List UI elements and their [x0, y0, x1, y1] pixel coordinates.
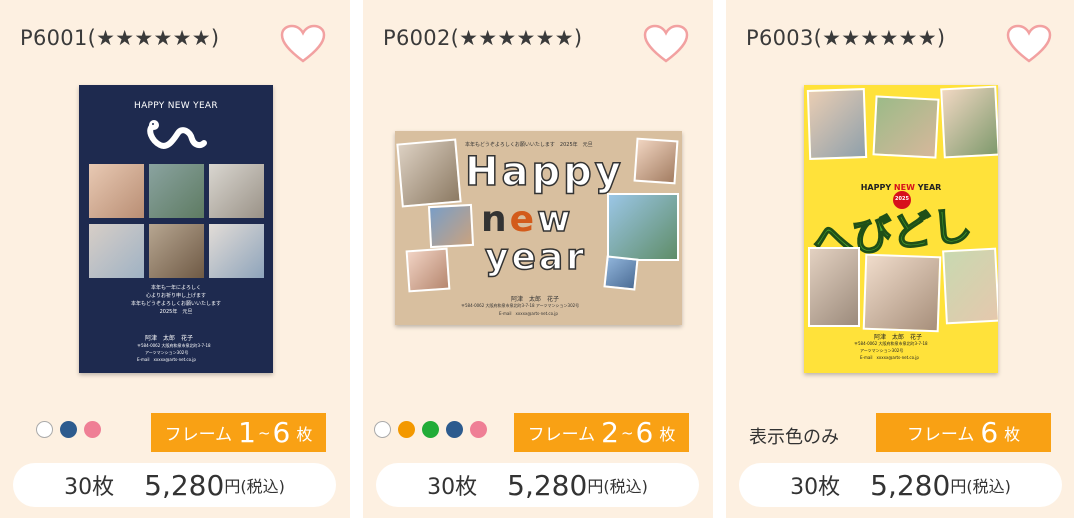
photo-slot — [607, 193, 679, 261]
price-unit: 円(税込) — [587, 477, 648, 496]
display-color-only-label: 表示色のみ — [749, 427, 839, 448]
thumb-big-new-w: w — [536, 198, 574, 241]
frame-unit: 枚 — [659, 424, 676, 444]
photo-slot — [89, 224, 144, 278]
thumb-big-new: new — [481, 198, 574, 241]
thumb-big-happy: Happy — [464, 148, 624, 196]
thumb-heading: HAPPY NEW YEAR — [134, 101, 218, 111]
frame-unit: 枚 — [1004, 424, 1021, 444]
card-design-thumbnail[interactable]: 本年もどうぞよろしくお願いいたします 2025年 元旦 Happy new ye… — [395, 131, 682, 325]
product-card-p6001[interactable]: P6001(★★★★★★) HAPPY NEW YEAR 本年も一年によろしく … — [0, 0, 350, 518]
color-swatch-pink[interactable] — [84, 421, 101, 438]
thumb-greeting-line: 本年もどうぞよろしくお願いいたします — [131, 301, 221, 307]
thumb-heading-year: YEAR — [917, 183, 942, 192]
color-swatches — [36, 421, 101, 438]
thumb-greeting-line: 本年も一年によろしく — [150, 285, 201, 291]
price-unit: 円(税込) — [224, 477, 285, 496]
favorite-heart-icon[interactable] — [643, 24, 689, 64]
price-box: 30枚 5,280 円(税込) — [376, 463, 699, 507]
color-swatch-blue[interactable] — [446, 421, 463, 438]
color-swatch-green[interactable] — [422, 421, 439, 438]
photo-slot — [209, 164, 264, 218]
photo-slot — [209, 224, 264, 278]
price-box: 30枚 5,280 円(税込) — [13, 463, 336, 507]
thumb-heading-happy: HAPPY — [860, 183, 892, 192]
frame-min: 1 — [238, 416, 256, 449]
photo-slot — [89, 164, 144, 218]
frame-min: 2 — [601, 416, 619, 449]
frame-count-button[interactable]: フレーム 2 ~ 6 枚 — [514, 413, 689, 452]
product-card-p6003[interactable]: P6003(★★★★★★) HAPPY NEW YEAR 2025 へびどし 阿… — [726, 0, 1074, 518]
frame-unit: 枚 — [296, 424, 313, 444]
thumb-address: 〒584-0062 大阪府和泉市泉北町3-7-18 — [137, 343, 211, 348]
color-swatch-white[interactable] — [36, 421, 53, 438]
price-box: 30枚 5,280 円(税込) — [739, 463, 1062, 507]
photo-slot — [396, 138, 462, 208]
thumb-sender-name: 阿津 太郎 花子 — [874, 334, 923, 341]
frame-max: 6 — [272, 416, 291, 449]
color-swatches — [374, 421, 487, 438]
color-swatch-blue[interactable] — [60, 421, 77, 438]
thumb-top-line: 本年もどうぞよろしくお願いいたします 2025年 元旦 — [465, 142, 593, 148]
photo-slot — [808, 247, 860, 327]
thumb-address: 〒584-0062 大阪府和泉市泉北町3-7-18 アーツマンション302号 — [461, 303, 580, 308]
thumb-sender-name: 阿津 太郎 花子 — [145, 335, 194, 342]
product-card-p6002[interactable]: P6002(★★★★★★) 本年もどうぞよろしくお願いいたします 2025年 元… — [363, 0, 713, 518]
card-design-thumbnail[interactable]: HAPPY NEW YEAR 本年も一年によろしく 心よりお祈り申し上げます 本… — [79, 85, 273, 373]
thumb-building: アーツマンション302号 — [860, 348, 904, 353]
frame-max: 6 — [635, 416, 654, 449]
photo-slot — [405, 247, 451, 293]
product-code: P6003(★★★★★★) — [746, 26, 946, 50]
frame-tilde: ~ — [257, 423, 271, 442]
photo-slot — [149, 224, 204, 278]
thumb-greeting-line: 2025年 元旦 — [159, 309, 193, 315]
quantity-label: 30枚 — [64, 475, 115, 500]
thumb-building: アーツマンション302号 — [145, 350, 189, 355]
color-swatch-pink[interactable] — [470, 421, 487, 438]
thumb-email: E-mail xxxxx@arts-net.co.jp — [860, 355, 919, 360]
frame-count: 6 — [980, 416, 999, 449]
price-amount: 5,280 — [870, 468, 951, 502]
product-code: P6001(★★★★★★) — [20, 26, 220, 50]
product-code: P6002(★★★★★★) — [383, 26, 583, 50]
frame-count-button[interactable]: フレーム 1 ~ 6 枚 — [151, 413, 326, 452]
photo-slot — [942, 247, 998, 325]
frame-label: フレーム — [164, 425, 233, 445]
thumb-big-new-n: n — [481, 199, 510, 240]
photo-slot — [872, 95, 940, 159]
thumb-email: E-mail xxxxx@arts-net.co.jp — [499, 311, 558, 316]
frame-label: フレーム — [906, 425, 975, 445]
photo-slot — [603, 255, 639, 291]
quantity-label: 30枚 — [427, 475, 478, 500]
price-unit: 円(税込) — [950, 477, 1011, 496]
photo-slot — [427, 203, 475, 249]
photo-slot — [806, 88, 868, 160]
thumb-address: 〒584-0062 大阪府和泉市泉北町3-7-18 — [854, 341, 928, 346]
photo-slot — [940, 85, 998, 159]
color-swatch-orange[interactable] — [398, 421, 415, 438]
frame-label: フレーム — [527, 425, 596, 445]
thumb-greeting-line: 心よりお祈り申し上げます — [146, 293, 206, 299]
price-amount: 5,280 — [144, 468, 225, 502]
quantity-label: 30枚 — [790, 475, 841, 500]
thumb-big-new-e: e — [509, 199, 538, 240]
photo-slot — [633, 137, 679, 185]
thumb-big-year: year — [484, 236, 587, 279]
favorite-heart-icon[interactable] — [1006, 24, 1052, 64]
photo-slot — [862, 253, 942, 333]
thumb-sender-name: 阿津 太郎 花子 — [511, 296, 560, 303]
price-amount: 5,280 — [507, 468, 588, 502]
frame-count-button[interactable]: フレーム 6 枚 — [876, 413, 1051, 452]
photo-slot — [149, 164, 204, 218]
snake-illustration — [147, 120, 207, 149]
frame-tilde: ~ — [620, 423, 634, 442]
card-design-thumbnail[interactable]: HAPPY NEW YEAR 2025 へびどし 阿津 太郎 花子 〒584-0… — [804, 85, 998, 373]
color-swatch-white[interactable] — [374, 421, 391, 438]
thumb-email: E-mail xxxxx@arts-net.co.jp — [137, 357, 196, 362]
favorite-heart-icon[interactable] — [280, 24, 326, 64]
